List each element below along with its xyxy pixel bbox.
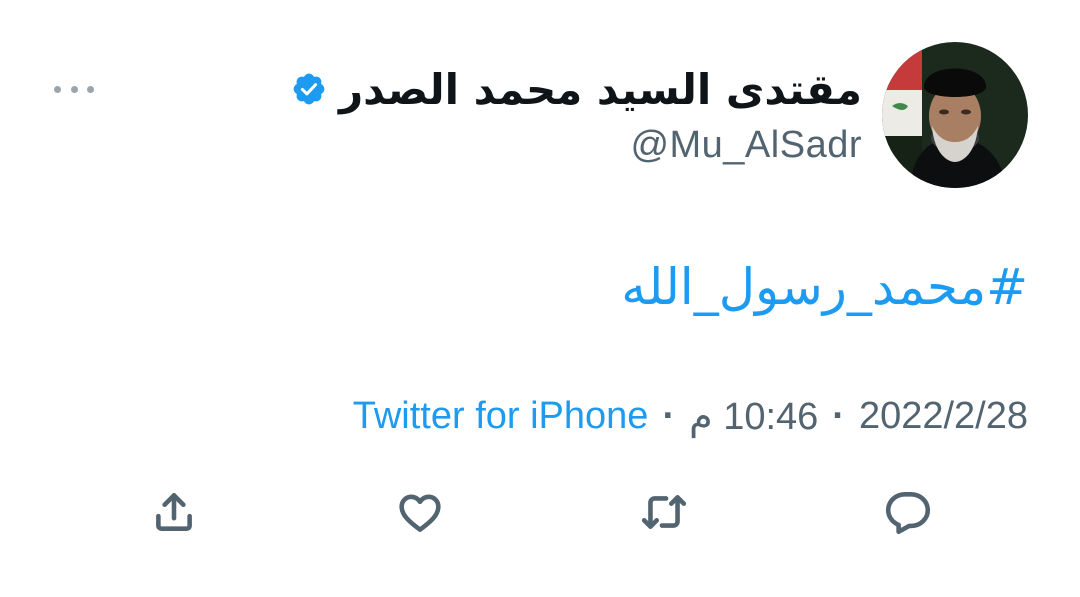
share-icon: [156, 493, 192, 531]
author-display-name[interactable]: مقتدى السيد محمد الصدر: [339, 65, 862, 114]
share-button[interactable]: [146, 484, 202, 540]
heart-icon: [399, 494, 441, 532]
more-dot-icon: [87, 85, 94, 93]
author-header: مقتدى السيد محمد الصدر @Mu_AlSadr: [291, 60, 862, 167]
meta-separator: ·: [662, 395, 676, 437]
author-name-row: مقتدى السيد محمد الصدر: [291, 60, 862, 118]
tweet-meta: Twitter for iPhone · 10:46 م · 2022/2/28: [353, 394, 1028, 439]
retweet-icon: [641, 495, 687, 529]
retweet-button[interactable]: [636, 484, 692, 540]
avatar-photo: [882, 42, 1028, 188]
avatar[interactable]: [882, 42, 1028, 188]
verified-badge-icon: [293, 73, 325, 105]
tweet-hashtag[interactable]: #محمد_رسول_الله: [621, 258, 1028, 316]
tweet-actions: [0, 484, 1080, 540]
like-button[interactable]: [392, 484, 448, 540]
more-options-button[interactable]: [52, 78, 96, 100]
tweet-date[interactable]: 2022/2/28: [859, 395, 1028, 438]
tweet-time[interactable]: 10:46 م: [689, 394, 818, 439]
author-handle[interactable]: @Mu_AlSadr: [291, 124, 862, 167]
meta-separator: ·: [832, 395, 845, 437]
tweet-source-link[interactable]: Twitter for iPhone: [353, 395, 649, 438]
more-dot-icon: [70, 85, 78, 93]
reply-button[interactable]: [880, 484, 936, 540]
reply-icon: [885, 492, 931, 535]
more-dot-icon: [54, 85, 61, 93]
